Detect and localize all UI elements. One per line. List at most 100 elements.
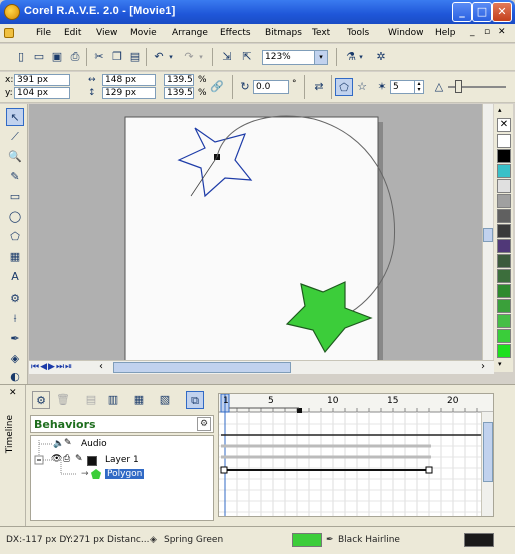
frame-icon[interactable]: ▥ <box>104 391 122 409</box>
zoom-tool-icon[interactable]: 🔍 <box>6 148 24 166</box>
eyedropper-tool-icon[interactable]: ⟊ <box>6 310 24 328</box>
add-behavior-icon[interactable]: ⚙ <box>32 391 50 409</box>
palette-swatch[interactable] <box>497 344 511 358</box>
zoom-level-select[interactable]: 123% ▾ <box>262 50 328 65</box>
palette-swatch[interactable] <box>497 179 511 193</box>
palette-up-icon[interactable]: ▴ <box>498 106 502 114</box>
rectangle-tool-icon[interactable]: ▭ <box>6 188 24 206</box>
copy-icon[interactable]: ❐ <box>108 48 126 66</box>
menu-bitmaps[interactable]: Bitmaps <box>265 28 302 38</box>
menu-help[interactable]: Help <box>435 28 456 38</box>
new-icon[interactable]: ▯ <box>12 48 30 66</box>
width-field[interactable]: 148 px <box>102 74 156 86</box>
polygon-object-label[interactable]: Polygon <box>105 469 145 479</box>
y-position-field[interactable]: 104 px <box>14 87 70 99</box>
polygon-mode-icon[interactable]: ⬠ <box>335 78 353 96</box>
height-field[interactable]: 129 px <box>102 87 156 99</box>
visibility-eye-icon[interactable]: 👁 <box>51 454 62 464</box>
minimize-button[interactable]: _ <box>452 2 472 22</box>
audio-edit-icon[interactable]: ✎ <box>64 438 72 448</box>
save-icon[interactable]: ▣ <box>48 48 66 66</box>
sharpness-slider-thumb[interactable] <box>455 80 462 93</box>
palette-swatch[interactable] <box>497 314 511 328</box>
menu-edit[interactable]: Edit <box>64 28 81 38</box>
rotation-angle-field[interactable]: 0.0 <box>253 80 289 94</box>
edit-layer-icon[interactable]: ✎ <box>75 454 83 464</box>
mirror-icon[interactable]: ⇄ <box>310 78 328 96</box>
open-icon[interactable]: ▭ <box>30 48 48 66</box>
timeline-vertical-scrollbar[interactable] <box>481 412 493 516</box>
scroll-left-icon[interactable]: ‹ <box>99 361 103 372</box>
menu-movie[interactable]: Movie <box>130 28 157 38</box>
palette-swatch[interactable] <box>497 284 511 298</box>
palette-swatch[interactable] <box>497 164 511 178</box>
palette-swatch[interactable] <box>497 329 511 343</box>
fill-tool-icon[interactable]: ◈ <box>6 350 24 368</box>
palette-swatch[interactable] <box>497 239 511 253</box>
palette-swatch[interactable] <box>497 134 511 148</box>
palette-swatch[interactable] <box>497 254 511 268</box>
tween-icon[interactable]: ▧ <box>156 391 174 409</box>
scroll-right-icon[interactable]: › <box>481 361 485 372</box>
timeline-scroll-thumb[interactable] <box>483 422 493 482</box>
palette-swatch[interactable] <box>497 269 511 283</box>
outline-color-swatch[interactable] <box>464 533 494 547</box>
document-icon[interactable] <box>4 28 14 38</box>
audio-track-label[interactable]: Audio <box>81 439 107 449</box>
import-icon[interactable]: ⇲ <box>218 48 236 66</box>
layer-icon[interactable]: ▤ <box>82 391 100 409</box>
print-icon[interactable]: ⎙ <box>66 48 84 66</box>
vertical-scrollbar[interactable] <box>482 104 493 360</box>
rotate-icon[interactable]: ↻ <box>236 78 254 96</box>
freehand-tool-icon[interactable]: ✎ <box>6 168 24 186</box>
export-icon[interactable]: ⇱ <box>238 48 256 66</box>
zoom-dropdown-icon[interactable]: ▾ <box>314 51 327 64</box>
options-icon[interactable]: ✲ <box>372 48 390 66</box>
palette-swatch[interactable] <box>497 224 511 238</box>
shape-tool-icon[interactable]: ⟋ <box>6 128 24 146</box>
ellipse-tool-icon[interactable]: ◯ <box>6 208 24 226</box>
cut-icon[interactable]: ✂ <box>90 48 108 66</box>
behaviors-settings-icon[interactable]: ⚙ <box>197 417 211 431</box>
timeline-close-icon[interactable]: ✕ <box>9 388 17 398</box>
lock-ratio-icon[interactable]: 🔗 <box>208 78 226 96</box>
scale-y-field[interactable]: 139.5 <box>164 87 194 99</box>
palette-swatch[interactable] <box>497 209 511 223</box>
spiral-tool-icon[interactable]: ▦ <box>6 248 24 266</box>
menu-tools[interactable]: Tools <box>347 28 369 38</box>
close-button[interactable]: ✕ <box>492 2 512 22</box>
layer-color-swatch[interactable] <box>87 456 97 466</box>
timeline-docker-tab[interactable]: ✕ Timeline <box>0 385 26 527</box>
pick-tool-icon[interactable]: ↖ <box>6 108 24 126</box>
undo-dropdown-icon[interactable]: ▾ <box>166 48 176 66</box>
interactive-tool-icon[interactable]: ⚙ <box>6 290 24 308</box>
text-tool-icon[interactable]: A <box>6 268 24 286</box>
paste-icon[interactable]: ▤ <box>126 48 144 66</box>
mdi-close-button[interactable]: ✕ <box>498 27 506 37</box>
scale-x-field[interactable]: 139.5 <box>164 74 194 86</box>
palette-swatch[interactable] <box>497 194 511 208</box>
menu-effects[interactable]: Effects <box>220 28 251 38</box>
number-of-points-field[interactable]: 5 ▴ ▾ <box>390 80 424 94</box>
launcher-dropdown-icon[interactable]: ▾ <box>356 48 366 66</box>
x-position-field[interactable]: 391 px <box>14 74 70 86</box>
polygon-tool-icon[interactable]: ⬠ <box>6 228 24 246</box>
palette-swatch[interactable] <box>497 149 511 163</box>
outline-tool-icon[interactable]: ✒ <box>6 330 24 348</box>
print-layer-icon[interactable]: ⎙ <box>63 454 70 464</box>
mdi-minimize-button[interactable]: _ <box>470 27 475 37</box>
menu-text[interactable]: Text <box>312 28 330 38</box>
layer-1-label[interactable]: Layer 1 <box>105 455 139 465</box>
star-mode-icon[interactable]: ☆ <box>353 78 371 96</box>
drawing-canvas[interactable] <box>29 104 482 360</box>
keyframe-icon[interactable]: ▦ <box>130 391 148 409</box>
page-nav-icons[interactable]: ⏮◀▶⏭⏯ <box>31 362 73 372</box>
palette-swatch[interactable] <box>497 299 511 313</box>
onion-skin-icon[interactable]: ⧉ <box>186 391 204 409</box>
menu-file[interactable]: File <box>36 28 51 38</box>
menu-arrange[interactable]: Arrange <box>172 28 208 38</box>
vertical-scroll-thumb[interactable] <box>483 228 493 242</box>
horizontal-scroll-thumb[interactable] <box>113 362 291 373</box>
menu-view[interactable]: View <box>96 28 117 38</box>
mdi-restore-button[interactable]: ▫ <box>484 27 490 37</box>
